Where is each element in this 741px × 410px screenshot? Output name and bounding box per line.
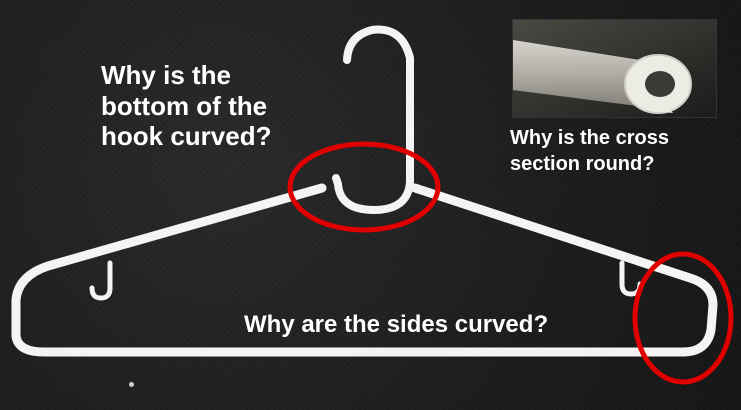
hook-question-label: Why is the bottom of the hook curved? — [101, 60, 272, 152]
lint-speck — [129, 382, 134, 387]
photo-scene: Why is the bottom of the hook curved? Wh… — [0, 0, 741, 410]
small-hook-left — [89, 260, 113, 301]
hanger-hook — [332, 25, 414, 214]
sides-question-label: Why are the sides curved? — [244, 311, 549, 338]
cross-section-question-label: Why is the cross section round? — [510, 127, 669, 175]
cross-section-inset-photo — [512, 19, 717, 118]
